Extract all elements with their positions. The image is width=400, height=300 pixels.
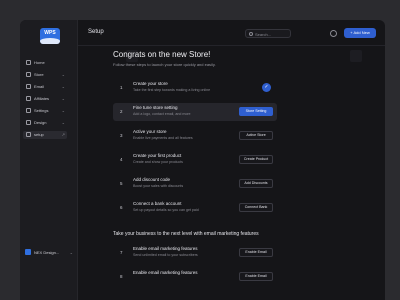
section-heading: Take your business to the next level wit… — [113, 231, 259, 237]
page-title: Setup — [88, 29, 104, 35]
home-icon — [26, 60, 31, 65]
setup-subheading: Follow these steps to launch your store … — [113, 62, 216, 67]
sidebar-item-home[interactable]: Home — [23, 59, 67, 67]
step-number: 6 — [120, 205, 123, 210]
step-number: 5 — [120, 181, 123, 186]
account-switcher[interactable]: NEX Design... ⌄ — [25, 248, 73, 258]
step-description: Boost your sales with discounts — [133, 184, 184, 188]
sidebar-item-email[interactable]: Email ⌄ — [23, 83, 67, 91]
users-icon — [26, 96, 31, 101]
gear-icon — [26, 108, 31, 113]
account-name: NEX Design... — [34, 250, 60, 255]
step-description: Enable live payments and all features — [133, 136, 193, 140]
step-title: Connect a bank account — [133, 201, 182, 206]
step-number: 2 — [120, 109, 123, 114]
step-title: Enable email marketing features — [133, 270, 198, 275]
step-description: Create and show your products — [133, 160, 183, 164]
sidebar-item-label: Home — [34, 60, 45, 65]
enable-email-button[interactable]: Enable Email — [239, 272, 273, 281]
step-connect-bank: 6 Connect a bank account Set up payout d… — [113, 199, 277, 217]
sidebar-item-label: Email — [34, 84, 45, 89]
search-icon — [249, 32, 253, 36]
chevron-down-icon: ⌄ — [61, 96, 65, 101]
step-title: Create your store — [133, 81, 168, 86]
chevron-down-icon: ⌄ — [61, 108, 65, 113]
step-description: Send unlimited email to your subscribers — [133, 253, 198, 257]
app-window: WPS Home Store ⌄ Email ⌄ Affiliates ⌄ Se… — [20, 20, 385, 300]
sidebar-item-label: setup — [34, 132, 44, 137]
step-number: 4 — [120, 157, 123, 162]
search-input[interactable] — [255, 31, 289, 37]
chevron-down-icon: ⌄ — [69, 250, 73, 255]
decorative-square — [350, 50, 362, 62]
avatar — [25, 249, 31, 255]
sidebar-item-label: Settings — [34, 108, 49, 113]
logo-wave-icon — [40, 38, 60, 44]
create-product-button[interactable]: Create Product — [239, 155, 273, 164]
step-title: Add discount code — [133, 177, 171, 182]
sidebar-item-setup[interactable]: setup ↗ — [23, 131, 67, 139]
sidebar-item-label: Store — [34, 72, 44, 77]
add-new-button[interactable]: + Add New — [344, 28, 376, 38]
sidebar-item-design[interactable]: Design ⌄ — [23, 119, 67, 127]
app-logo[interactable]: WPS — [40, 28, 60, 44]
enable-email-button[interactable]: Enable Email — [239, 248, 273, 257]
chevron-down-icon: ⌄ — [61, 84, 65, 89]
store-setting-button[interactable]: Store Setting — [239, 107, 273, 116]
setup-heading: Congrats on the new Store! — [113, 50, 211, 59]
step-enable-email: 7 Enable email marketing features Send u… — [113, 244, 277, 262]
step-title: Create your first product — [133, 153, 182, 158]
step-number: 3 — [120, 133, 123, 138]
check-icon: ✓ — [262, 83, 271, 92]
top-bar: Setup + Add New — [78, 20, 385, 46]
mail-icon — [26, 84, 31, 89]
step-store-setting: 2 Fine tune store setting Add a logo, co… — [113, 103, 277, 121]
chevron-down-icon: ⌄ — [61, 120, 65, 125]
step-title: Fine tune store setting — [133, 105, 178, 110]
setup-icon — [26, 132, 31, 137]
connect-bank-button[interactable]: Connect Bank — [239, 203, 273, 212]
palette-icon — [26, 120, 31, 125]
sidebar-item-affiliates[interactable]: Affiliates ⌄ — [23, 95, 67, 103]
step-create-product: 4 Create your first product Create and s… — [113, 151, 277, 169]
step-title: Active your store — [133, 129, 167, 134]
external-link-icon: ↗ — [61, 132, 65, 137]
step-title: Enable email marketing features — [133, 246, 198, 251]
chevron-down-icon: ⌄ — [61, 72, 65, 77]
step-add-discount: 5 Add discount code Boost your sales wit… — [113, 175, 277, 193]
step-active-store: 3 Active your store Enable live payments… — [113, 127, 277, 145]
store-icon — [26, 72, 31, 77]
notification-icon[interactable] — [330, 30, 337, 37]
step-create-store: 1 Create your store Take the first step … — [113, 79, 277, 97]
step-number: 1 — [120, 85, 123, 90]
sidebar-item-label: Affiliates — [34, 96, 50, 101]
logo-text: WPS — [44, 30, 56, 36]
step-description: Take the first step towards making a liv… — [133, 88, 211, 92]
step-number: 8 — [120, 274, 123, 279]
sidebar: WPS Home Store ⌄ Email ⌄ Affiliates ⌄ Se… — [20, 20, 78, 300]
step-enable-email-2: 8 Enable email marketing features Enable… — [113, 268, 277, 286]
sidebar-item-label: Design — [34, 120, 47, 125]
sidebar-item-store[interactable]: Store ⌄ — [23, 71, 67, 79]
sidebar-item-settings[interactable]: Settings ⌄ — [23, 107, 67, 115]
step-number: 7 — [120, 250, 123, 255]
step-description: Set up payout details so you can get pai… — [133, 208, 199, 212]
active-store-button[interactable]: Active Store — [239, 131, 273, 140]
step-description: Add a logo, contact email, and more — [133, 112, 191, 116]
add-discounts-button[interactable]: Add Discounts — [239, 179, 273, 188]
search-box[interactable] — [245, 29, 291, 38]
